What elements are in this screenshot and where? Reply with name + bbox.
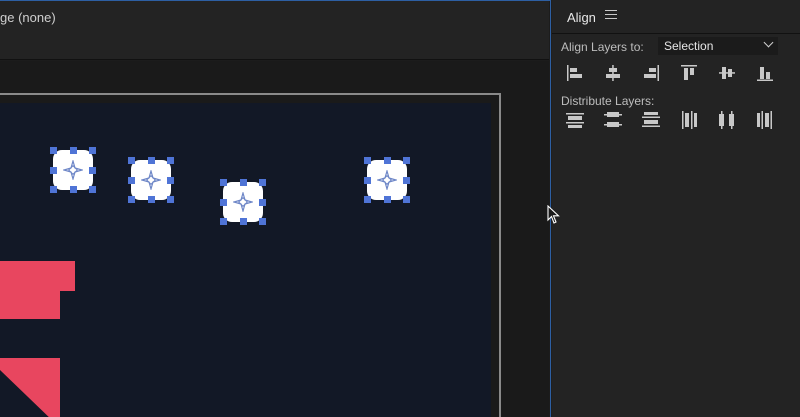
composition-viewer-panel: ge (none) [0, 0, 551, 417]
red-bar-shape-lower[interactable] [0, 291, 60, 319]
distribute-vertical-center-button[interactable] [602, 109, 624, 131]
anchor-point-icon [63, 160, 83, 180]
chevron-down-icon [763, 37, 774, 48]
align-bottom-button[interactable] [754, 62, 776, 84]
align-top-icon [681, 65, 697, 80]
distribute-left-button[interactable] [678, 109, 700, 131]
align-left-button[interactable] [564, 62, 586, 84]
align-panel-header: Align [552, 0, 800, 34]
viewer-title[interactable]: ge (none) [0, 10, 56, 25]
anchor-point-icon [233, 192, 253, 212]
distribute-left-icon [682, 111, 697, 129]
distribute-bottom-icon [642, 112, 660, 127]
distribute-right-icon [757, 111, 772, 129]
distribute-right-button[interactable] [754, 109, 776, 131]
viewer-tab-bar: ge (none) [0, 1, 549, 35]
distribute-vertical-center-icon [604, 112, 622, 127]
align-right-button[interactable] [640, 62, 662, 84]
align-horizontal-center-button[interactable] [602, 62, 624, 84]
align-panel: Align Align Layers to: Selection Distrib… [552, 0, 800, 417]
align-layers-to-label: Align Layers to: [561, 40, 644, 54]
selected-layer-1[interactable] [50, 147, 96, 193]
distribute-layers-label: Distribute Layers: [561, 94, 655, 108]
align-left-icon [567, 65, 582, 81]
anchor-point-icon [141, 170, 161, 190]
align-horizontal-center-icon [606, 65, 620, 81]
panel-menu-icon[interactable] [605, 10, 617, 22]
red-bar-shape[interactable] [0, 261, 75, 291]
distribute-horizontal-center-icon [719, 111, 734, 129]
distribute-top-button[interactable] [564, 109, 586, 131]
align-top-button[interactable] [678, 62, 700, 84]
distribute-horizontal-center-button[interactable] [716, 109, 738, 131]
red-diagonal-shape[interactable] [0, 358, 70, 417]
mouse-cursor-icon [547, 205, 560, 224]
panel-title[interactable]: Align [567, 10, 596, 25]
align-right-icon [644, 65, 659, 81]
align-to-select[interactable]: Selection [658, 37, 778, 55]
align-vertical-center-button[interactable] [716, 62, 738, 84]
align-to-value: Selection [664, 39, 714, 53]
align-vertical-center-icon [719, 67, 735, 79]
distribute-top-icon [566, 113, 584, 128]
anchor-point-icon [377, 170, 397, 190]
selected-layer-4[interactable] [364, 157, 410, 203]
selected-layer-3[interactable] [220, 179, 266, 225]
align-bottom-icon [757, 67, 773, 81]
distribute-bottom-button[interactable] [640, 109, 662, 131]
selected-layer-2[interactable] [128, 157, 174, 203]
viewer-toolbar [0, 35, 549, 60]
